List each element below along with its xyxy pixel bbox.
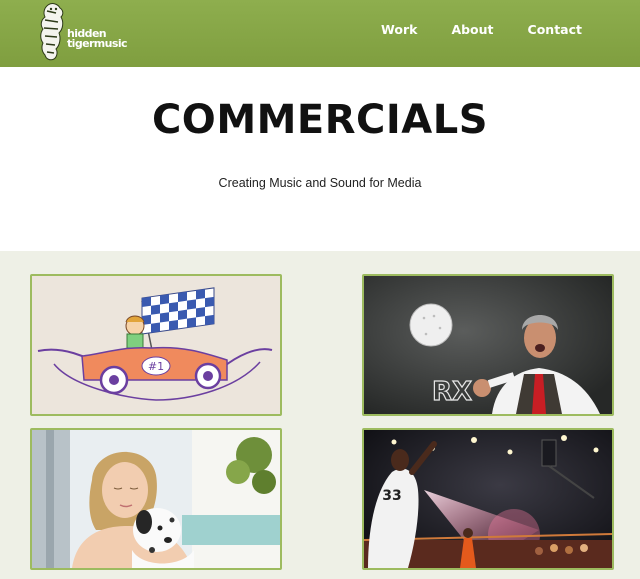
hero-section: COMMERCIALS Creating Music and Sound for…: [0, 67, 640, 251]
thumbnail-woman-puppy[interactable]: [30, 428, 282, 570]
thumbnail-race-car[interactable]: #1: [30, 274, 282, 416]
nav-work[interactable]: Work: [381, 22, 417, 37]
page-subtitle: Creating Music and Sound for Media: [218, 176, 422, 190]
race-car-image: #1: [32, 276, 280, 414]
car-number: #1: [148, 360, 164, 373]
jersey-number: 33: [382, 488, 401, 504]
logo-wordmark: hidden tigermusic: [67, 28, 128, 50]
chalk-rx: RX: [432, 377, 472, 407]
site-header: hidden tigermusic Work About Contact: [0, 0, 640, 67]
thumbnail-basketball[interactable]: 33: [362, 428, 614, 570]
page-title: COMMERCIALS: [151, 97, 489, 143]
golf-ball-image: RX: [364, 276, 612, 414]
main-nav: Work About Contact: [347, 22, 582, 37]
tiger-icon: [40, 3, 64, 61]
basketball-image: 33: [364, 430, 612, 568]
site-logo[interactable]: hidden tigermusic: [36, 2, 128, 62]
logo-line-2: tigermusic: [67, 37, 128, 50]
thumbnail-golf-ball[interactable]: RX: [362, 274, 614, 416]
commercials-gallery: #1 RX 33: [0, 251, 640, 579]
nav-contact[interactable]: Contact: [528, 22, 582, 37]
woman-puppy-image: [32, 430, 280, 568]
nav-about[interactable]: About: [451, 22, 493, 37]
